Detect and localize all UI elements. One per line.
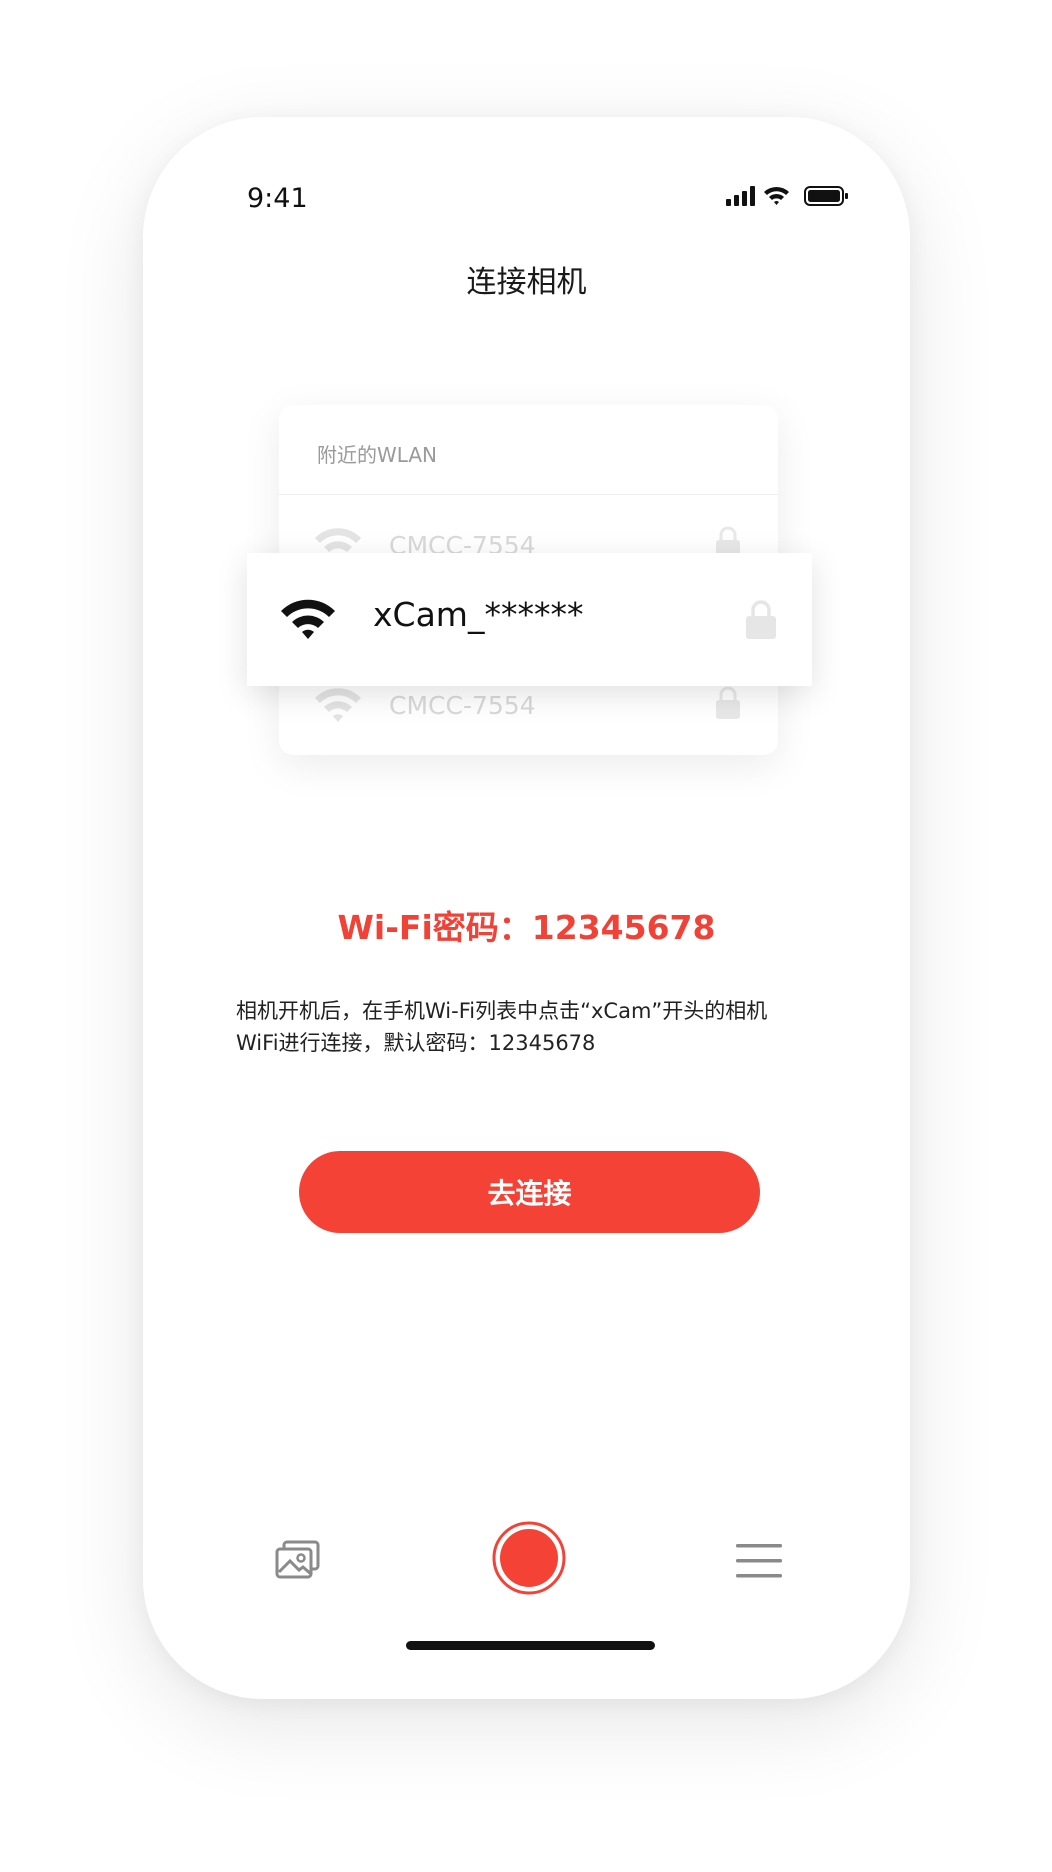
- instructions-line: 相机开机后，在手机Wi-Fi列表中点击“xCam”开头的相机: [236, 999, 768, 1023]
- instructions-line: WiFi进行连接，默认密码：12345678: [236, 1031, 596, 1055]
- tab-record[interactable]: [491, 1520, 567, 1596]
- phone-screen: 9:41 连接相机 附近的WLAN CMCC-7554 CMCC-7554 xC…: [143, 117, 910, 1699]
- record-icon: [492, 1521, 566, 1595]
- status-time: 9:41: [247, 183, 308, 214]
- lock-icon: [746, 600, 776, 639]
- wifi-icon: [281, 599, 335, 639]
- wifi-password: Wi-Fi密码：12345678: [337, 908, 716, 947]
- divider: [279, 494, 778, 495]
- connect-button[interactable]: 去连接: [299, 1151, 760, 1233]
- status-icons-svg: [726, 186, 848, 206]
- network-name: CMCC-7554: [389, 691, 536, 720]
- network-row-xcam[interactable]: xCam_******: [247, 553, 812, 686]
- wlan-list-heading: 附近的WLAN: [317, 443, 438, 467]
- battery-icon: [804, 186, 848, 206]
- cellular-signal-icon: [726, 186, 755, 206]
- menu-icon: [736, 1544, 782, 1578]
- home-indicator: [406, 1641, 655, 1650]
- wifi-status-icon: [764, 186, 789, 205]
- page-title: 连接相机: [466, 265, 587, 300]
- tab-menu[interactable]: [736, 1542, 782, 1584]
- status-icons: [726, 184, 851, 208]
- tab-gallery[interactable]: [274, 1539, 322, 1585]
- lock-icon: [716, 686, 740, 719]
- network-name: xCam_******: [373, 595, 584, 634]
- gallery-icon: [275, 1540, 320, 1579]
- instructions-text: 相机开机后，在手机Wi-Fi列表中点击“xCam”开头的相机 WiFi进行连接，…: [236, 995, 836, 1059]
- wifi-icon: [315, 688, 361, 722]
